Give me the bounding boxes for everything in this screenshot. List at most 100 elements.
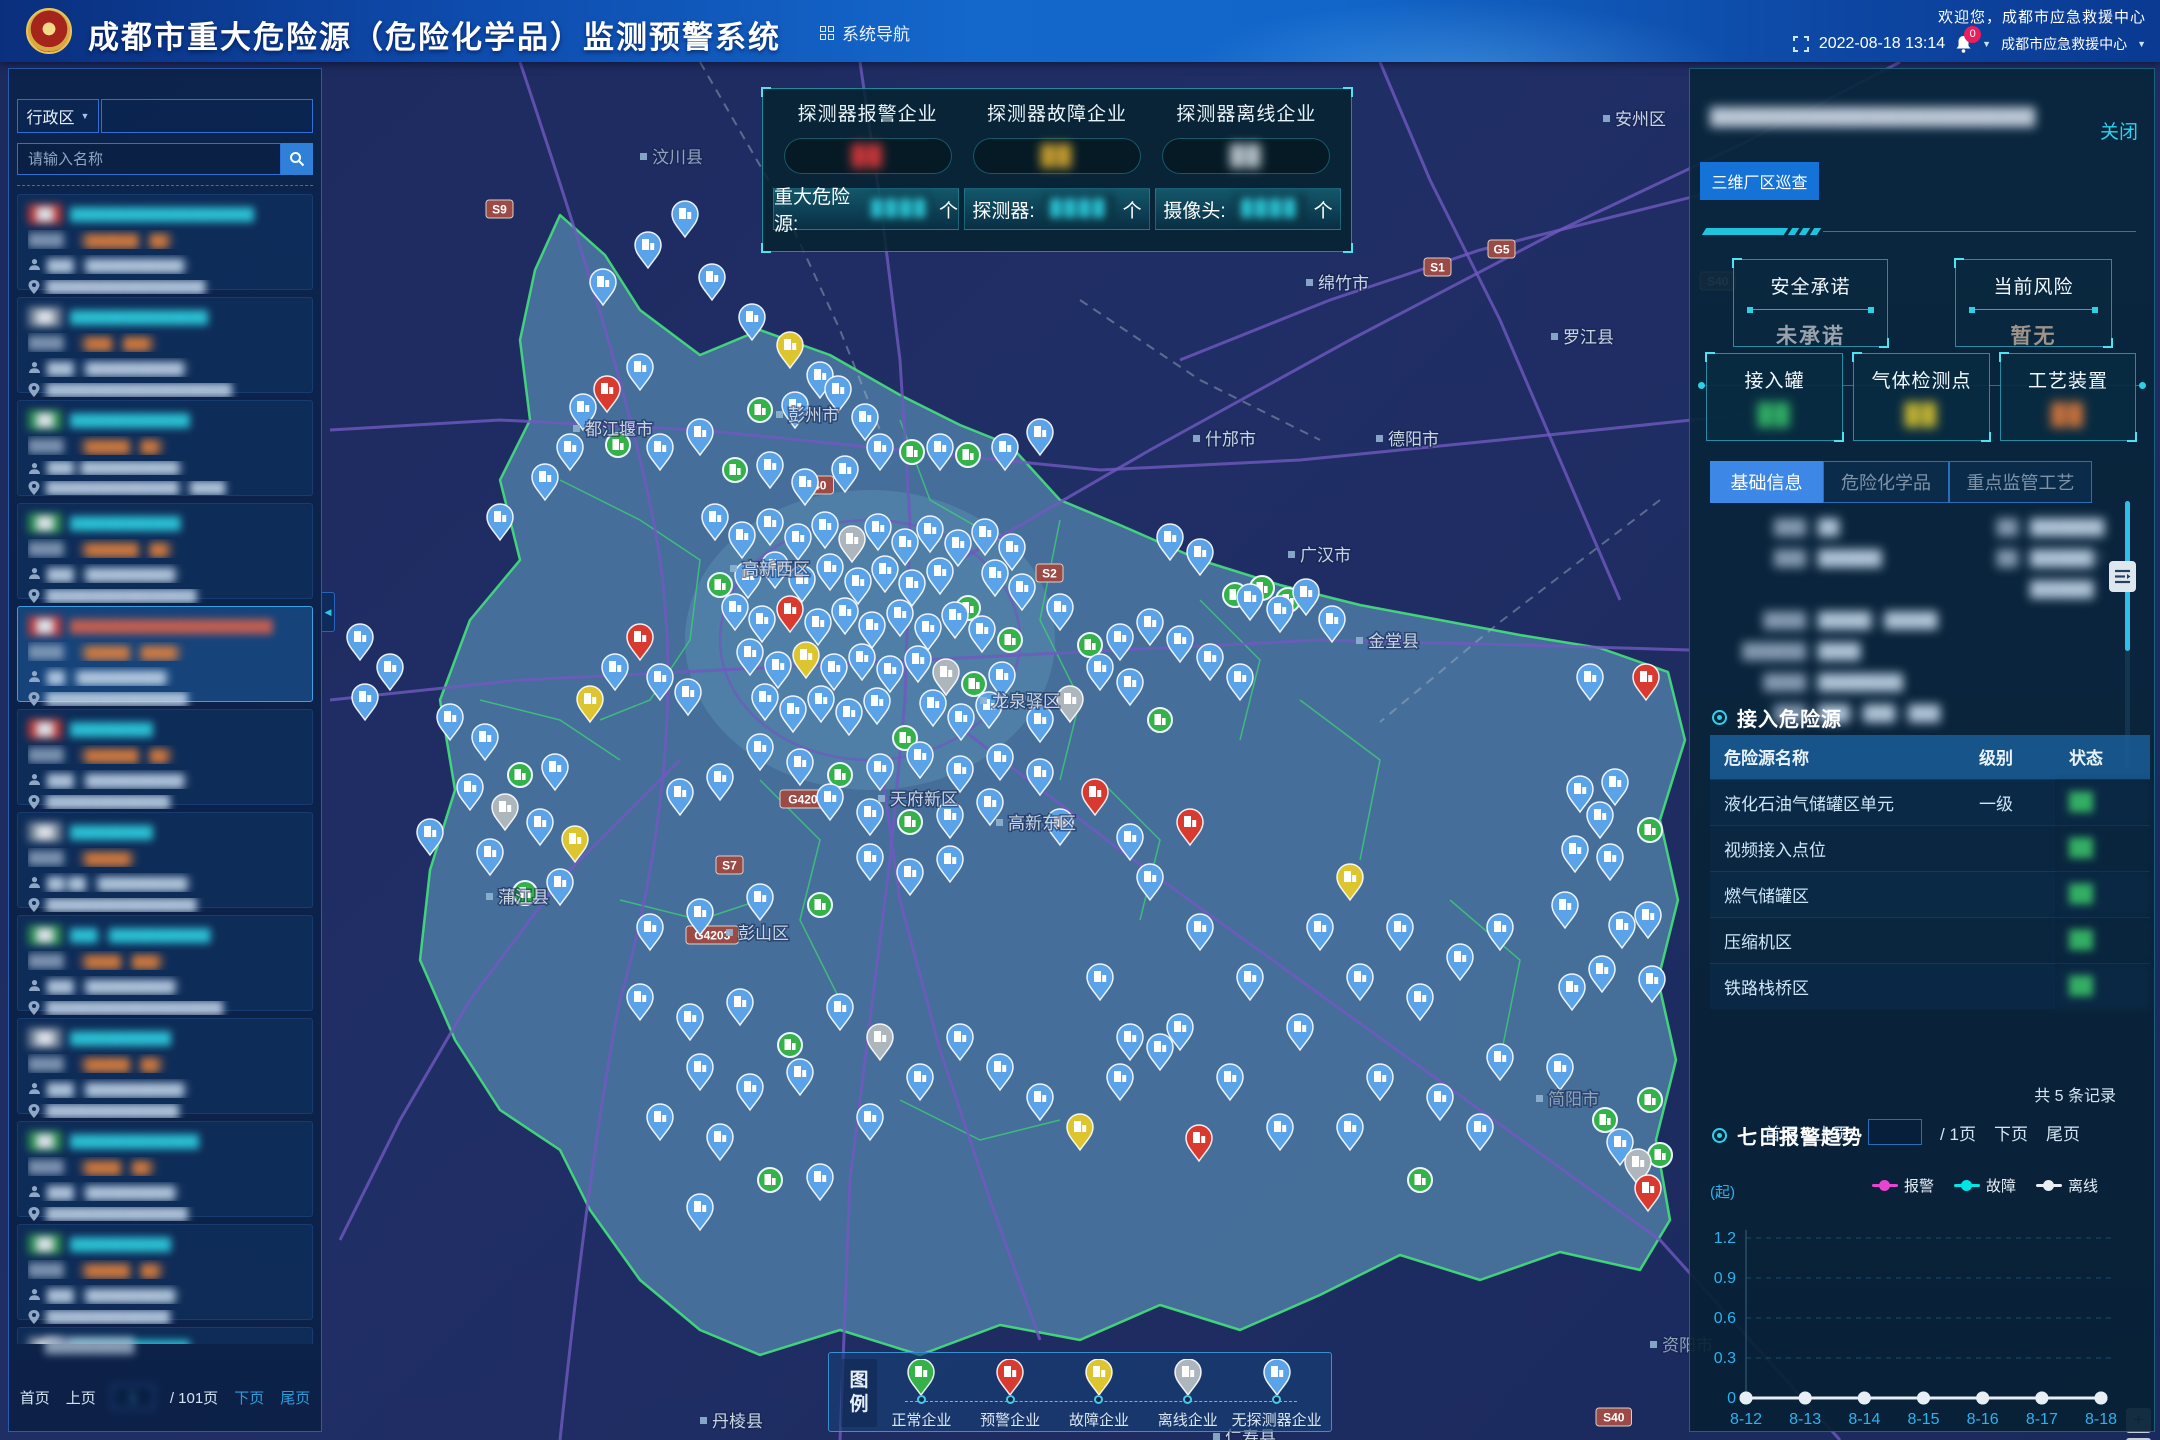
chart-legend-离线[interactable]: 离线	[2036, 1175, 2098, 1196]
map-marker-b[interactable]	[347, 624, 373, 660]
district-dropdown[interactable]: 行政区 ▼	[17, 99, 99, 133]
company-card[interactable]: ███████████████:【██████ - ██】███（███████…	[17, 709, 313, 805]
notification-bell-icon[interactable]: 0	[1955, 35, 1972, 53]
person-icon	[28, 670, 41, 683]
company-card[interactable]: ██████████████████████████:【██████ - ██】…	[17, 194, 313, 290]
info-value: ██████	[1818, 550, 1970, 567]
map-marker-g[interactable]	[900, 440, 924, 464]
table-row[interactable]: 液化石油气储罐区单元一级██	[1710, 779, 2150, 825]
map-marker-g[interactable]	[962, 672, 986, 696]
svg-text:安州区: 安州区	[1615, 110, 1666, 129]
notification-caret-icon[interactable]: ▼	[1982, 39, 1991, 49]
chart-legend: 报警故障离线	[1872, 1175, 2098, 1196]
legend-item-故障企业[interactable]: 故障企业	[1055, 1359, 1144, 1427]
company-card[interactable]: ██████████████████:【██████ - ██】███（████…	[17, 503, 313, 599]
company-card[interactable]: █████████████████:【█████ - ██】███（██████…	[17, 1018, 313, 1114]
map-marker-b[interactable]	[352, 684, 378, 720]
map-marker-b[interactable]	[635, 232, 661, 268]
map-marker-g[interactable]	[1638, 818, 1662, 842]
tpager-last[interactable]: 尾页	[2046, 1120, 2080, 1145]
map-marker-b[interactable]	[699, 264, 725, 300]
company-list: ██████████████████████████:【██████ - ██】…	[17, 194, 313, 1344]
address-text: ██████████████	[46, 1310, 170, 1324]
search-input[interactable]	[17, 143, 281, 175]
info-value: ████	[1818, 643, 1970, 660]
close-button[interactable]: 关闭	[2100, 117, 2138, 144]
company-card[interactable]: █████ - ███████████████:【████ - ███】███（…	[17, 915, 313, 1011]
map-marker-g[interactable]	[808, 893, 832, 917]
company-card[interactable]: ███████████████████:【█████ - ██】███ (███…	[17, 400, 313, 496]
info-label: ████:	[1710, 612, 1818, 629]
company-name: ████████████	[70, 516, 181, 531]
trend-section-title: 七日报警趋势	[1737, 1121, 1863, 1150]
table-row[interactable]: 视频接入点位██	[1710, 825, 2150, 871]
tpager-page-input[interactable]	[1868, 1119, 1922, 1145]
legend-title: 图例	[841, 1359, 877, 1427]
table-row[interactable]: 压缩机区██	[1710, 917, 2150, 963]
search-button[interactable]	[281, 143, 313, 175]
company-card[interactable]: ███████████████:【█████】██ ██（██████████）…	[17, 812, 313, 908]
pager-page-input[interactable]: 1	[112, 1385, 154, 1409]
table-row[interactable]: 燃气储罐区██	[1710, 871, 2150, 917]
map-marker-g[interactable]	[956, 443, 980, 467]
company-card[interactable]: █████████████████:【█████ - ██】███（██████…	[17, 1224, 313, 1320]
current-risk-box: 当前风险 暂无	[1955, 259, 2112, 347]
map-marker-b[interactable]	[377, 654, 403, 690]
company-card[interactable]: ████████████████████████████:【█████ - ██…	[17, 606, 313, 702]
legend-item-无探测器企业[interactable]: 无探测器企业	[1232, 1359, 1321, 1427]
patrol-3d-button[interactable]: 三维厂区巡查	[1700, 162, 1819, 200]
map-marker-b[interactable]	[487, 504, 513, 540]
info-scrollbar[interactable]	[2125, 501, 2130, 769]
map-marker-g[interactable]	[758, 1168, 782, 1192]
system-nav-menu[interactable]: 系统导航	[820, 20, 910, 45]
map-marker-g[interactable]	[723, 458, 747, 482]
legend-item-离线企业[interactable]: 离线企业	[1143, 1359, 1232, 1427]
fullscreen-icon[interactable]	[1793, 36, 1809, 52]
map-marker-g[interactable]	[998, 628, 1022, 652]
svg-text:8-13: 8-13	[1789, 1411, 1821, 1428]
pager-next[interactable]: 下页	[234, 1387, 264, 1408]
type-value: 【███ - ███】	[73, 333, 162, 352]
map-marker-g[interactable]	[1593, 1108, 1617, 1132]
map-marker-g[interactable]	[898, 810, 922, 834]
user-caret-icon[interactable]: ▼	[2137, 39, 2146, 49]
system-nav-label: 系统导航	[842, 20, 910, 45]
chip-unit: 个	[1314, 196, 1333, 223]
svg-text:S40: S40	[1603, 1411, 1625, 1425]
map-marker-g[interactable]	[1408, 1168, 1432, 1192]
chart-legend-报警[interactable]: 报警	[1872, 1175, 1934, 1196]
tab-基础信息[interactable]: 基础信息	[1710, 461, 1823, 503]
map-marker-g[interactable]	[1148, 708, 1172, 732]
pager-prev[interactable]: 上页	[66, 1387, 96, 1408]
svg-text:8-12: 8-12	[1730, 1411, 1762, 1428]
map-marker-g[interactable]	[708, 573, 732, 597]
district-value-box[interactable]	[101, 99, 313, 133]
table-row[interactable]: 铁路栈桥区██	[1710, 963, 2150, 1009]
map-marker-g[interactable]	[508, 763, 532, 787]
map-marker-b[interactable]	[672, 201, 698, 237]
company-card[interactable]: █████████████████████:【███ - ███】███（███…	[17, 297, 313, 393]
info-label	[1970, 581, 2030, 598]
status-tag: ██	[28, 616, 62, 636]
company-card[interactable]: ████████████████████:【████ - ██】███（████…	[17, 1121, 313, 1217]
type-value: 【█████】	[73, 848, 142, 867]
map-marker-g[interactable]	[1638, 1088, 1662, 1112]
tab-重点监管工艺[interactable]: 重点监管工艺	[1949, 461, 2092, 503]
sidebar-pagination: 首页 上页 1 / 101页 下页 尾页	[9, 1385, 321, 1409]
user-org-dropdown[interactable]: 成都市应急救援中心	[2001, 34, 2127, 54]
map-marker-b[interactable]	[1027, 419, 1053, 455]
sidebar-collapse-button[interactable]: ◀	[322, 592, 335, 632]
legend-item-正常企业[interactable]: 正常企业	[877, 1359, 966, 1427]
map-marker-g[interactable]	[778, 1033, 802, 1057]
map-marker-g[interactable]	[748, 398, 772, 422]
legend-item-预警企业[interactable]: 预警企业	[966, 1359, 1055, 1427]
tab-危险化学品[interactable]: 危险化学品	[1823, 461, 1949, 503]
map-legend: 图例 正常企业预警企业故障企业离线企业无探测器企业	[828, 1352, 1332, 1432]
tpager-next[interactable]: 下页	[1994, 1120, 2028, 1145]
chart-legend-故障[interactable]: 故障	[1954, 1175, 2016, 1196]
type-label: ████:	[28, 1057, 67, 1071]
pager-first[interactable]: 首页	[20, 1387, 50, 1408]
hazard-status: ██	[2055, 917, 2150, 963]
pager-last[interactable]: 尾页	[280, 1387, 310, 1408]
panel-expand-icon[interactable]	[2109, 561, 2136, 592]
